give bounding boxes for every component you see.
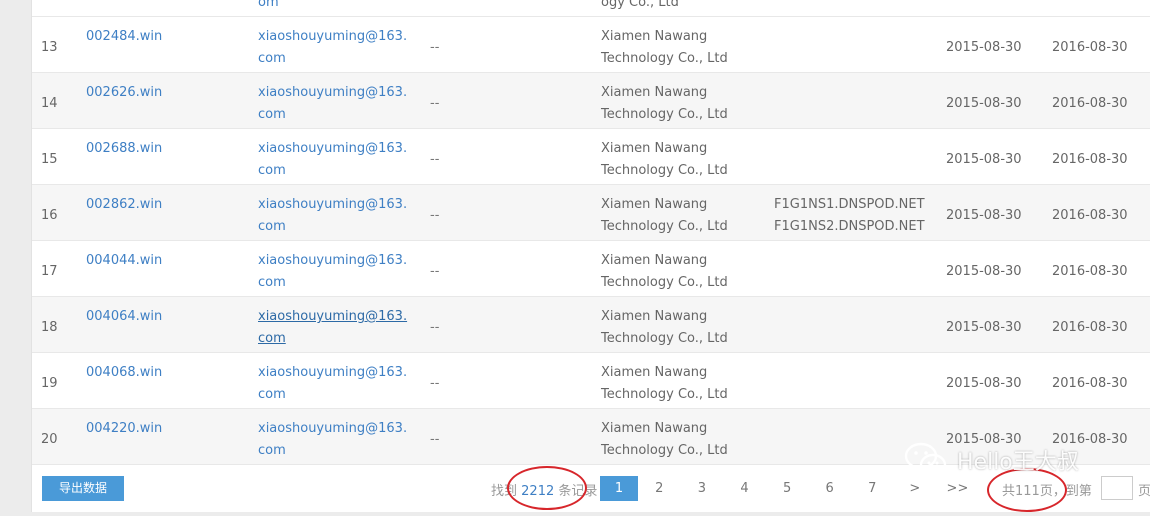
page-button[interactable]: 3 [681, 476, 724, 501]
expiry-date: 2016-08-30 [1052, 208, 1128, 223]
table-row: 14 002626.win xiaoshouyuming@163.com -- Xiam… [32, 73, 1150, 129]
domain-link[interactable]: 004068.win [86, 362, 162, 384]
created-date: 2015-08-30 [946, 264, 1022, 279]
table-row: 18 004064.win xiaoshouyuming@163.com -- Xiam… [32, 297, 1150, 353]
company-cell: Xiamen Nawang Technology Co., Ltd [601, 309, 728, 346]
domain-link[interactable]: 004044.win [86, 250, 162, 272]
row-index: 13 [41, 40, 58, 55]
company-tail: ogy Co., Ltd [601, 0, 679, 10]
watermark-text: Hello王大叔 [957, 450, 1079, 475]
expiry-date: 2016-08-30 [1052, 264, 1128, 279]
table-row: 13 002484.win xiaoshouyuming@163.com -- Xiam… [32, 17, 1150, 73]
domain-link[interactable]: 002862.win [86, 194, 162, 216]
table-row-partial: om ogy Co., Ltd [32, 0, 1150, 17]
email-link[interactable]: xiaoshouyuming@163.com [258, 138, 410, 182]
created-date: 2015-08-30 [946, 96, 1022, 111]
row-index: 16 [41, 208, 58, 223]
email-link[interactable]: xiaoshouyuming@163.com [258, 250, 410, 294]
company-cell: Xiamen Nawang Technology Co., Ltd [601, 29, 728, 66]
created-date: 2015-08-30 [946, 40, 1022, 55]
row-index: 19 [41, 376, 58, 391]
created-date: 2015-08-30 [946, 152, 1022, 167]
email-link[interactable]: xiaoshouyuming@163.com [258, 362, 410, 406]
wechat-icon [904, 442, 947, 477]
table-row: 15 002688.win xiaoshouyuming@163.com -- Xiam… [32, 129, 1150, 185]
domain-link[interactable]: 002626.win [86, 82, 162, 104]
created-date: 2015-08-30 [946, 320, 1022, 335]
page-button[interactable]: 4 [723, 476, 766, 501]
table-row: 17 004044.win xiaoshouyuming@163.com -- Xiam… [32, 241, 1150, 297]
company-cell: Xiamen Nawang Technology Co., Ltd [601, 365, 728, 402]
expiry-date: 2016-08-30 [1052, 376, 1128, 391]
table-row: 16 002862.win xiaoshouyuming@163.com -- Xiam… [32, 185, 1150, 241]
email-link[interactable]: xiaoshouyuming@163.com [258, 194, 410, 238]
page-button[interactable]: 6 [808, 476, 851, 501]
expiry-date: 2016-08-30 [1052, 40, 1128, 55]
watermark: Hello王大叔 [903, 440, 1079, 480]
dash-cell: -- [430, 96, 440, 111]
table-row: 19 004068.win xiaoshouyuming@163.com -- Xiam… [32, 353, 1150, 409]
company-cell: Xiamen Nawang Technology Co., Ltd [601, 141, 728, 178]
email-link[interactable]: xiaoshouyuming@163.com [258, 26, 410, 70]
email-link[interactable]: xiaoshouyuming@163.com [258, 306, 410, 350]
company-cell: Xiamen Nawang Technology Co., Ltd [601, 197, 728, 234]
total-pages-label: 共111页，到第 [1002, 484, 1092, 499]
record-count-value: 2212 [521, 484, 555, 499]
page-unit-label: 页 [1138, 484, 1150, 499]
record-count-suffix: 条记录 [558, 484, 598, 499]
company-cell: Xiamen Nawang Technology Co., Ltd [601, 85, 728, 122]
dash-cell: -- [430, 40, 440, 55]
domain-link[interactable]: 004220.win [86, 418, 162, 440]
page-button[interactable]: 5 [766, 476, 809, 501]
page-button[interactable]: 1 [600, 476, 638, 501]
goto-page-input[interactable] [1101, 476, 1133, 500]
row-index: 14 [41, 96, 58, 111]
expiry-date: 2016-08-30 [1052, 152, 1128, 167]
page-button[interactable]: 7 [851, 476, 894, 501]
page-button[interactable]: 2 [638, 476, 681, 501]
created-date: 2015-08-30 [946, 376, 1022, 391]
row-index: 20 [41, 432, 58, 447]
dash-cell: -- [430, 208, 440, 223]
export-data-button[interactable]: 导出数据 [42, 476, 124, 501]
row-index: 17 [41, 264, 58, 279]
row-index: 18 [41, 320, 58, 335]
row-index: 15 [41, 152, 58, 167]
nameserver-cell: F1G1NS1.DNSPOD.NET F1G1NS2.DNSPOD.NET [774, 197, 925, 234]
created-date: 2015-08-30 [946, 208, 1022, 223]
expiry-date: 2016-08-30 [1052, 96, 1128, 111]
email-link-tail[interactable]: om [258, 0, 279, 11]
results-panel: om ogy Co., Ltd 13 002484.win xiaoshouyumi… [31, 0, 1150, 512]
domain-link[interactable]: 004064.win [86, 306, 162, 328]
expiry-date: 2016-08-30 [1052, 320, 1128, 335]
record-count: 找到 2212 条记录 [491, 480, 597, 499]
company-cell: Xiamen Nawang Technology Co., Ltd [601, 421, 728, 458]
dash-cell: -- [430, 152, 440, 167]
domain-link[interactable]: 002688.win [86, 138, 162, 160]
dash-cell: -- [430, 320, 440, 335]
email-link[interactable]: xiaoshouyuming@163.com [258, 82, 410, 126]
dash-cell: -- [430, 264, 440, 279]
company-cell: Xiamen Nawang Technology Co., Ltd [601, 253, 728, 290]
domain-link[interactable]: 002484.win [86, 26, 162, 48]
dash-cell: -- [430, 376, 440, 391]
dash-cell: -- [430, 432, 440, 447]
email-link[interactable]: xiaoshouyuming@163.com [258, 418, 410, 462]
record-count-prefix: 找到 [491, 484, 518, 499]
